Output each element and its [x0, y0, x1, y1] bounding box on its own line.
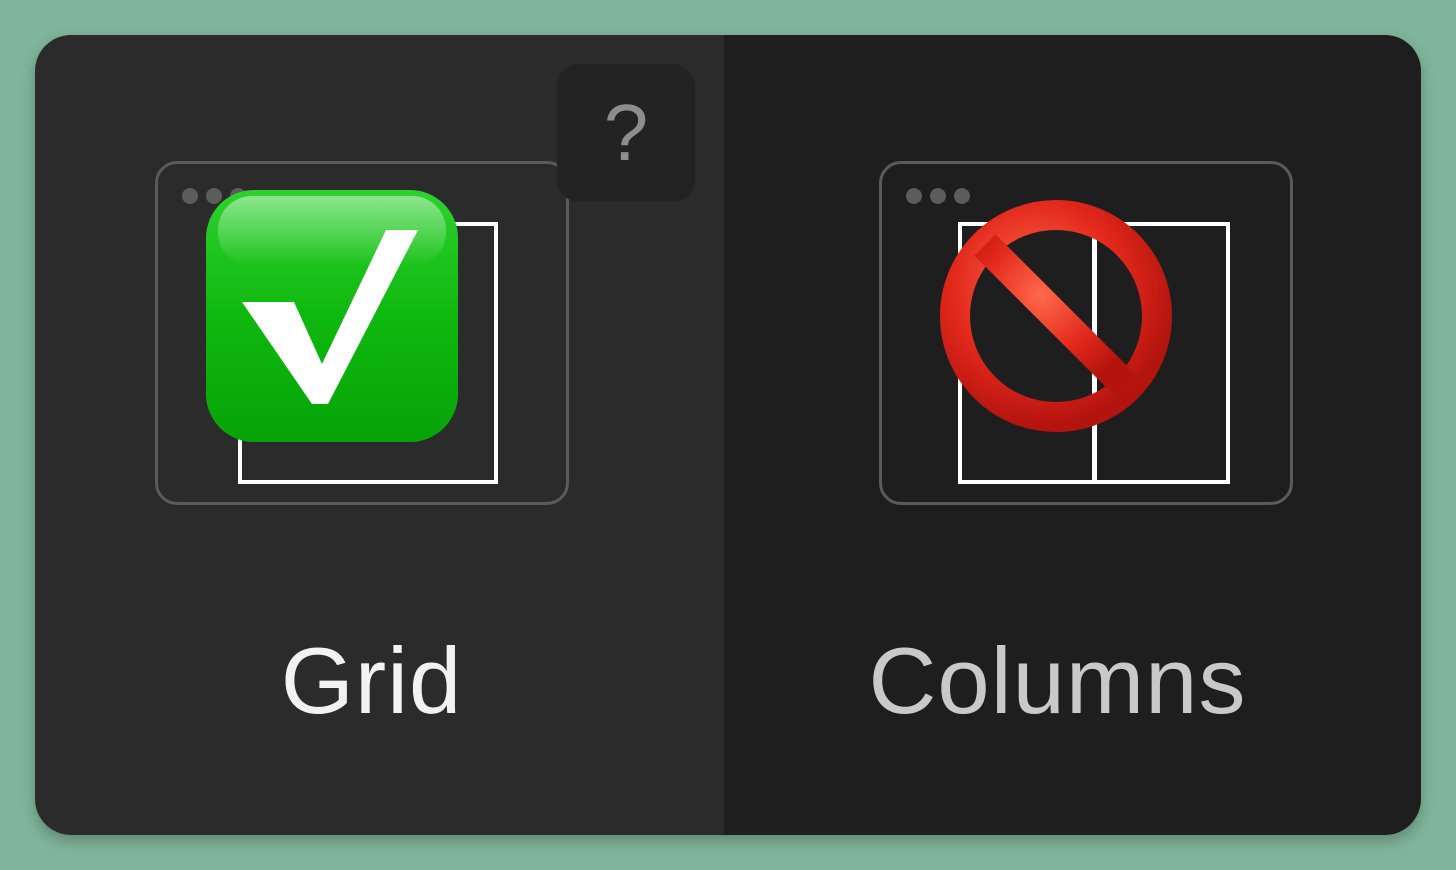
- window-dot: [906, 188, 922, 204]
- help-button[interactable]: ?: [557, 64, 695, 202]
- columns-option[interactable]: Columns: [724, 35, 1421, 835]
- question-mark-icon: ?: [603, 88, 649, 177]
- grid-option-label: Grid: [280, 628, 463, 733]
- check-mark-button-icon: [206, 190, 458, 442]
- prohibited-icon: [940, 200, 1172, 432]
- window-dot: [182, 188, 198, 204]
- columns-option-label: Columns: [868, 628, 1247, 733]
